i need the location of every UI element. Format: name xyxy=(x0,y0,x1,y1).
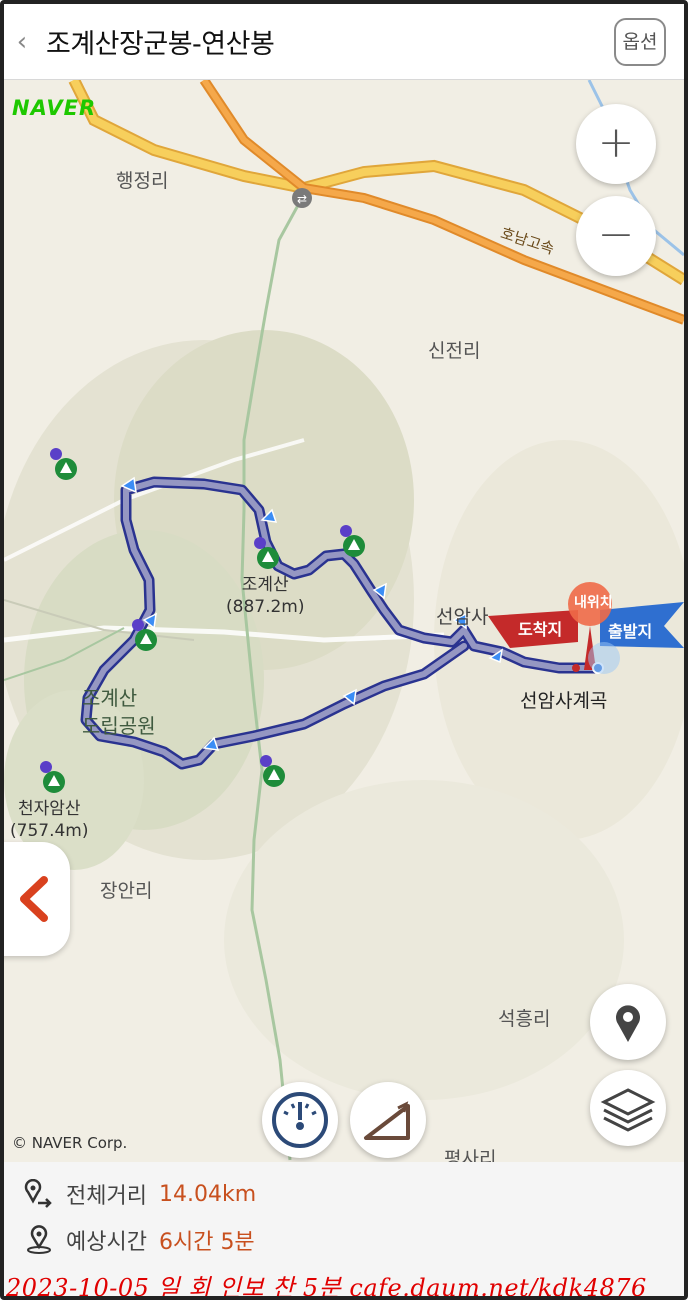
distance-label: 전체거리 xyxy=(66,1184,147,1209)
place-sinjeon: 신전리 xyxy=(428,340,481,362)
chevron-left-icon xyxy=(20,876,48,922)
zoom-out-button[interactable]: − xyxy=(576,196,656,276)
park-label-line1: 조계산 xyxy=(82,686,138,710)
park-label-line2: 도립공원 xyxy=(82,714,156,738)
peak-cheonjaamsan-name: 천자암산 xyxy=(17,799,81,819)
page-title: 조계산장군봉-연산봉 xyxy=(46,29,275,60)
elevation-profile-button[interactable] xyxy=(350,1082,426,1158)
place-seonamsa-valley: 선암사계곡 xyxy=(520,690,608,712)
svg-text:⇄: ⇄ xyxy=(297,192,307,206)
place-seonamsa: 선암사 xyxy=(436,606,489,628)
route-distance-icon xyxy=(24,1179,52,1208)
time-row: 예상시간 6시간 5분 xyxy=(24,1220,255,1260)
arrival-flag: 도착지 xyxy=(518,620,563,639)
peak-cheonjaamsan-altitude: (757.4m) xyxy=(10,821,89,841)
time-value: 6시간 5분 xyxy=(158,1230,255,1255)
peak-jogyesan-altitude: (887.2m) xyxy=(226,597,305,617)
back-button[interactable]: ‹ xyxy=(10,24,34,60)
app-frame: ‹ 조계산장군봉-연산봉 옵션 ⇄ NAVER 행정리 신전리 장안리 석흥리 … xyxy=(0,0,688,1300)
location-pin-icon xyxy=(616,1005,640,1042)
place-pyeongsa: 평사리 xyxy=(444,1148,497,1162)
peak-jogyesan-name: 조계산 xyxy=(241,575,289,595)
chevron-left-icon: ‹ xyxy=(16,27,28,57)
distance-value: 14.04km xyxy=(158,1181,257,1207)
watermark: 2023-10-05 일 회 인보 찬 5분 cafe.daum.net/kdk… xyxy=(6,1274,647,1300)
map-copyright: © NAVER Corp. xyxy=(12,1134,128,1152)
estimated-time-icon xyxy=(27,1225,51,1254)
my-location-button[interactable] xyxy=(590,984,666,1060)
place-janggan: 장안리 xyxy=(100,880,153,902)
options-button[interactable]: 옵션 xyxy=(614,18,666,66)
current-location-marker: 내위치 xyxy=(574,595,613,611)
peak-jogyesan: 조계산 (887.2m) xyxy=(226,574,305,618)
departure-flag: 출발지 xyxy=(608,622,653,641)
layers-button[interactable] xyxy=(590,1070,666,1146)
map-view[interactable]: ⇄ NAVER 행정리 신전리 장안리 석흥리 평사리 선암사 선암사계곡 호남… xyxy=(4,80,684,1162)
peak-cheonjaamsan: 천자암산 (757.4m) xyxy=(10,798,89,842)
speedometer-button[interactable] xyxy=(262,1082,338,1158)
time-label: 예상시간 xyxy=(66,1230,147,1255)
side-panel-toggle[interactable] xyxy=(4,842,70,956)
place-haengjeong: 행정리 xyxy=(116,170,169,192)
elevation-icon xyxy=(364,1101,410,1140)
speedometer-icon xyxy=(272,1092,328,1148)
zoom-in-button[interactable]: + xyxy=(576,104,656,184)
layers-icon xyxy=(600,1088,656,1132)
naver-logo: NAVER xyxy=(12,96,97,120)
place-seokheung: 석흥리 xyxy=(498,1008,551,1030)
top-bar: ‹ 조계산장군봉-연산봉 옵션 xyxy=(4,4,684,80)
distance-row: 전체거리 14.04km xyxy=(24,1174,256,1214)
